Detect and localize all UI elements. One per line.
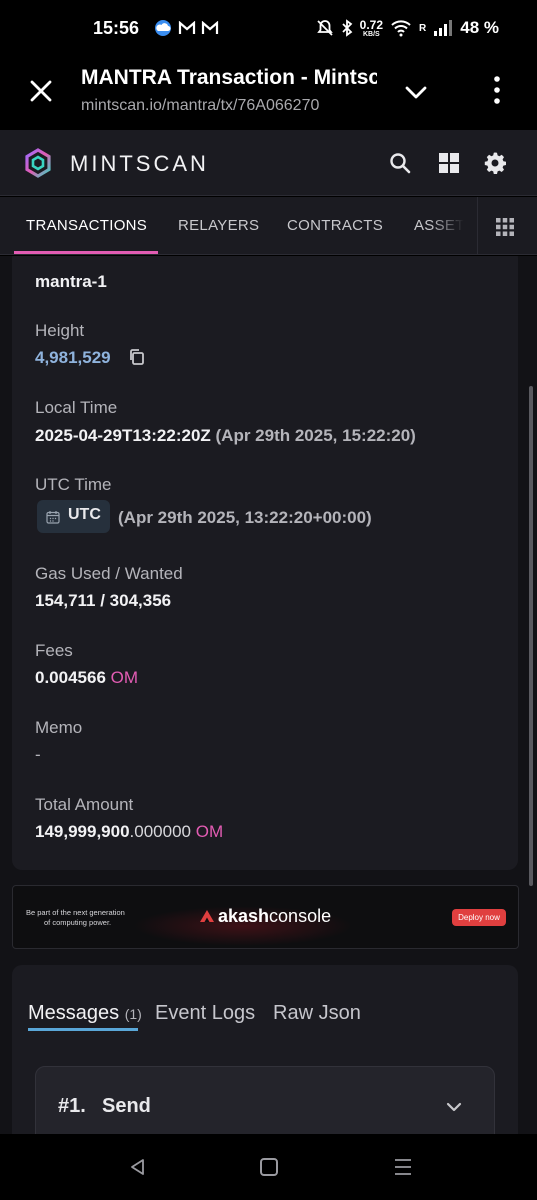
recents-icon[interactable] (393, 1158, 413, 1176)
height-label: Height (35, 321, 85, 340)
tab-raw-json[interactable]: Raw Json (273, 1002, 361, 1025)
page-title: MANTRA Transaction - Mintscan (81, 66, 377, 89)
tab-overflow-fade (430, 197, 478, 254)
status-bar: 15:56 0.72 KB/S R 48 % (0, 0, 537, 60)
tab-relayers[interactable]: RELAYERS (178, 217, 259, 234)
close-icon[interactable] (27, 77, 55, 105)
cloud-icon (155, 20, 171, 36)
chevron-down-icon[interactable] (444, 1097, 464, 1117)
gear-icon[interactable] (483, 151, 507, 175)
more-tabs-grid-icon[interactable] (495, 217, 515, 237)
more-menu-icon[interactable] (487, 74, 507, 106)
tab-transactions[interactable]: TRANSACTIONS (26, 217, 147, 234)
network-speed: 0.72 KB/S (359, 17, 384, 38)
gmail-icon (178, 21, 196, 34)
tab-messages[interactable]: Messages (1) (28, 1002, 142, 1025)
total-amount-label: Total Amount (35, 795, 134, 814)
utc-badge-label: UTC (68, 506, 101, 523)
fees-label: Fees (35, 641, 73, 660)
ad-tagline: Be part of the next generation of computi… (26, 908, 125, 927)
copy-icon[interactable] (128, 348, 146, 366)
messages-tab-indicator (28, 1028, 138, 1031)
roaming-label: R (419, 22, 427, 34)
system-nav-bar (0, 1134, 537, 1200)
fees-amount: 0.004566 (35, 668, 106, 687)
deploy-now-button[interactable]: Deploy now (452, 909, 506, 926)
bluetooth-icon (342, 19, 353, 37)
fees-denom: OM (110, 668, 139, 687)
ad-banner[interactable]: Be part of the next generation of computi… (12, 885, 519, 949)
local-time-label: Local Time (35, 398, 118, 417)
local-time-human: (Apr 29th 2025, 15:22:20) (215, 426, 416, 445)
utc-badge[interactable]: UTC (37, 500, 110, 533)
tab-contracts[interactable]: CONTRACTS (287, 217, 383, 234)
tab-event-logs[interactable]: Event Logs (155, 1002, 255, 1025)
message-index: #1. (58, 1095, 86, 1117)
mute-icon (316, 20, 333, 36)
home-icon[interactable] (260, 1158, 278, 1176)
message-item[interactable]: #1. Send (35, 1066, 495, 1134)
utc-time-human: (Apr 29th 2025, 13:22:20+00:00) (118, 508, 372, 527)
local-time-value: 2025-04-29T13:22:20Z (Apr 29th 2025, 15:… (35, 426, 416, 446)
main-nav: TRANSACTIONS RELAYERS CONTRACTS ASSETS (0, 197, 537, 255)
notification-icons (153, 20, 219, 36)
memo-value: - (35, 745, 41, 764)
search-icon[interactable] (388, 151, 412, 175)
gas-label: Gas Used / Wanted (35, 564, 183, 583)
divider (477, 197, 478, 254)
battery-level: 48 % (460, 18, 499, 37)
signal-icon (434, 20, 453, 36)
utc-time-label: UTC Time (35, 475, 112, 494)
akash-logo-icon (200, 910, 214, 922)
active-tab-indicator (14, 251, 158, 254)
apps-grid-icon[interactable] (437, 151, 461, 175)
wifi-icon (391, 20, 411, 37)
gmail-icon (201, 21, 219, 34)
mintscan-logo-icon[interactable] (23, 148, 53, 178)
total-amount-int: 149,999,900 (35, 822, 130, 841)
gas-value: 154,711 / 304,356 (35, 591, 172, 610)
browser-toolbar: MANTRA Transaction - Mintscan mintscan.i… (0, 60, 537, 130)
site-header: MINTSCAN (0, 130, 537, 196)
url-bar[interactable]: mintscan.io/mantra/tx/76A066270 (81, 97, 377, 115)
total-amount-value: 149,999,900.000000 OM (35, 822, 223, 842)
fees-value: 0.004566 OM (35, 668, 138, 688)
scrollbar[interactable] (529, 386, 533, 886)
chevron-down-icon[interactable] (403, 79, 429, 105)
local-time-iso: 2025-04-29T13:22:20Z (35, 426, 211, 445)
ad-brand: akashconsole (218, 906, 332, 926)
message-type: Send (102, 1095, 151, 1117)
memo-label: Memo (35, 718, 83, 737)
total-amount-denom: OM (195, 822, 224, 841)
total-amount-dec: .000000 (129, 822, 191, 841)
main-content: mantra-1 Height 4,981,529 Local Time 202… (0, 256, 537, 1134)
height-link[interactable]: 4,981,529 (35, 348, 111, 368)
chain-id: mantra-1 (35, 272, 107, 291)
calendar-icon (46, 511, 60, 524)
messages-count: (1) (124, 1006, 142, 1022)
brand-name[interactable]: MINTSCAN (70, 151, 209, 177)
status-time: 15:56 (93, 18, 140, 38)
back-icon[interactable] (128, 1157, 148, 1177)
